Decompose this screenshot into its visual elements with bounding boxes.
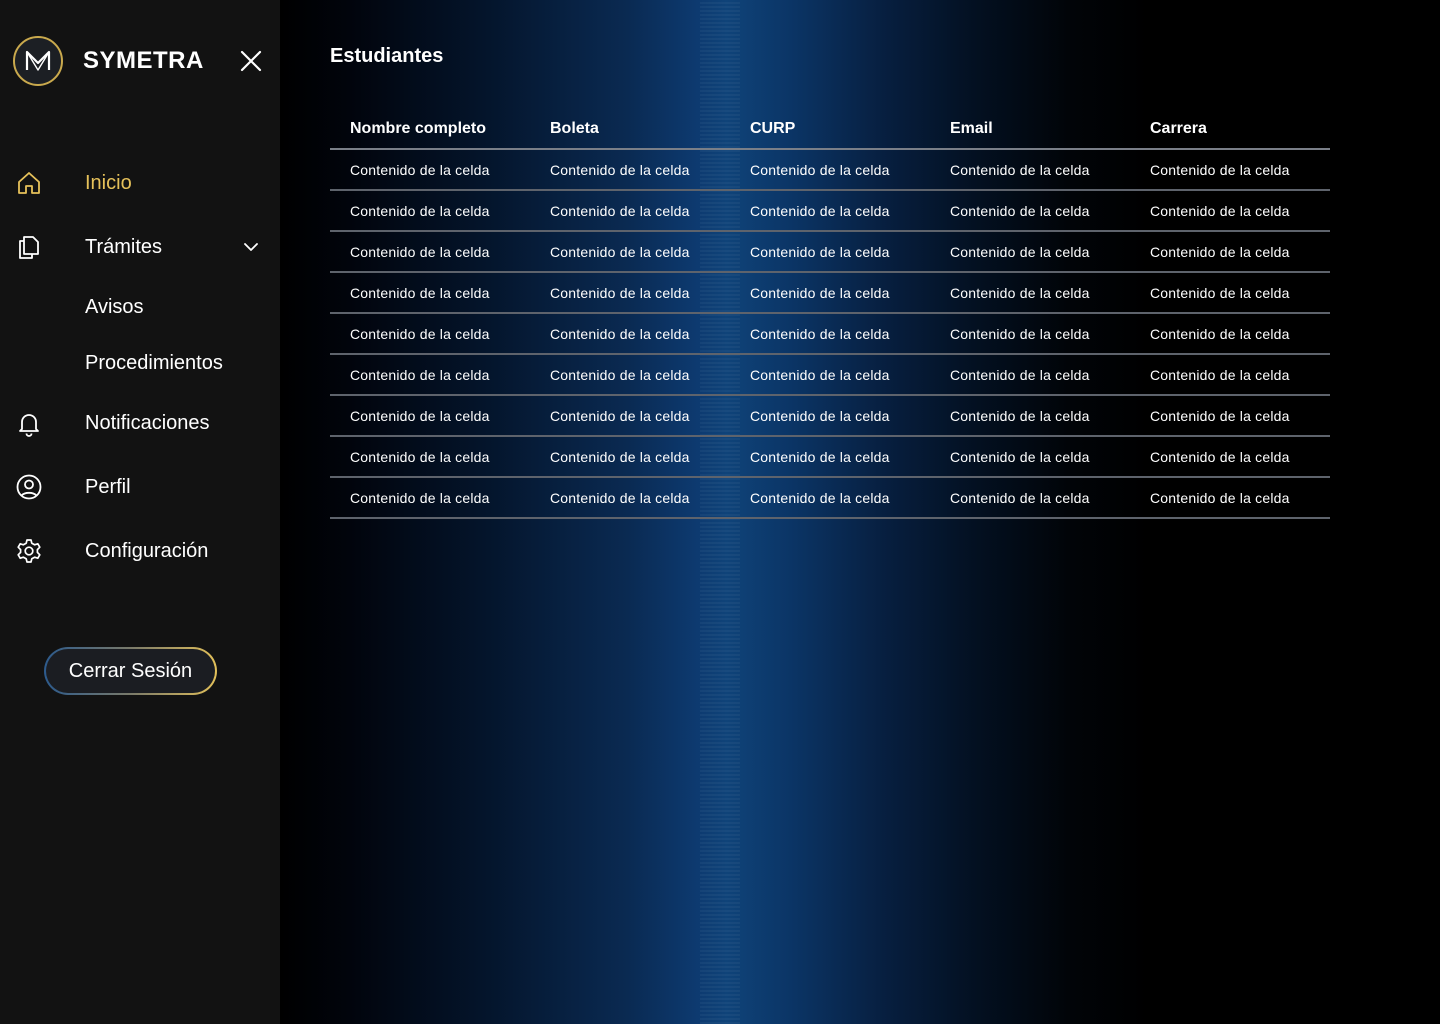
column-header: CURP <box>750 119 796 137</box>
table-header: Nombre completo Boleta CURP Email Carrera <box>330 109 1330 150</box>
table-cell: Contenido de la celda <box>1150 489 1290 506</box>
chevron-down-icon[interactable] <box>240 236 262 258</box>
table-cell: Contenido de la celda <box>1150 161 1290 178</box>
table-cell: Contenido de la celda <box>350 243 490 260</box>
table-cell: Contenido de la celda <box>550 325 690 342</box>
sidebar: SYMETRA Inicio Trámites Avisos Procedimi… <box>0 0 280 1024</box>
table-cell: Contenido de la celda <box>550 243 690 260</box>
table-row[interactable]: Contenido de la celda Contenido de la cel… <box>330 355 1330 396</box>
table-cell: Contenido de la celda <box>550 284 690 301</box>
column-header: Nombre completo <box>350 119 487 137</box>
column-header: Email <box>950 119 993 137</box>
sidebar-item-label: Configuración <box>85 539 209 562</box>
sidebar-item-notificaciones[interactable]: Notificaciones <box>0 403 280 443</box>
table-cell: Contenido de la celda <box>350 448 490 465</box>
table-cell: Contenido de la celda <box>950 161 1090 178</box>
sidebar-subitem-procedimientos[interactable]: Procedimientos <box>85 347 223 379</box>
sidebar-subitem-avisos[interactable]: Avisos <box>85 291 144 323</box>
home-icon <box>15 169 43 197</box>
table-cell: Contenido de la celda <box>750 407 890 424</box>
sidebar-item-configuracion[interactable]: Configuración <box>0 531 280 571</box>
page-title: Estudiantes <box>330 45 444 67</box>
sidebar-item-label: Notificaciones <box>85 411 210 434</box>
table-row[interactable]: Contenido de la celda Contenido de la cel… <box>330 191 1330 232</box>
table-row[interactable]: Contenido de la celda Contenido de la cel… <box>330 396 1330 437</box>
table-body: Contenido de la celda Contenido de la cel… <box>330 150 1330 519</box>
sidebar-item-inicio[interactable]: Inicio <box>0 163 280 203</box>
table-cell: Contenido de la celda <box>950 243 1090 260</box>
gear-icon <box>15 537 43 565</box>
table-cell: Contenido de la celda <box>750 202 890 219</box>
table-cell: Contenido de la celda <box>1150 284 1290 301</box>
table-cell: Contenido de la celda <box>350 284 490 301</box>
close-icon <box>240 50 262 72</box>
table-cell: Contenido de la celda <box>750 489 890 506</box>
column-header: Carrera <box>1150 119 1207 137</box>
table-row[interactable]: Contenido de la celda Contenido de la cel… <box>330 437 1330 478</box>
table-cell: Contenido de la celda <box>750 366 890 383</box>
students-table: Nombre completo Boleta CURP Email Carrera Co… <box>330 109 1330 519</box>
table-cell: Contenido de la celda <box>550 161 690 178</box>
table-row[interactable]: Contenido de la celda Contenido de la cel… <box>330 478 1330 519</box>
sidebar-item-label: Inicio <box>85 171 132 194</box>
table-cell: Contenido de la celda <box>350 489 490 506</box>
table-cell: Contenido de la celda <box>1150 202 1290 219</box>
sidebar-item-perfil[interactable]: Perfil <box>0 467 280 507</box>
user-circle-icon <box>15 473 43 501</box>
table-cell: Contenido de la celda <box>950 284 1090 301</box>
table-cell: Contenido de la celda <box>350 366 490 383</box>
table-cell: Contenido de la celda <box>350 407 490 424</box>
table-cell: Contenido de la celda <box>950 366 1090 383</box>
table-cell: Contenido de la celda <box>750 284 890 301</box>
table-cell: Contenido de la celda <box>350 202 490 219</box>
table-cell: Contenido de la celda <box>750 161 890 178</box>
table-cell: Contenido de la celda <box>950 325 1090 342</box>
table-cell: Contenido de la celda <box>1150 243 1290 260</box>
table-cell: Contenido de la celda <box>950 407 1090 424</box>
table-cell: Contenido de la celda <box>950 202 1090 219</box>
table-cell: Contenido de la celda <box>350 161 490 178</box>
table-cell: Contenido de la celda <box>550 407 690 424</box>
table-cell: Contenido de la celda <box>750 448 890 465</box>
table-cell: Contenido de la celda <box>950 448 1090 465</box>
table-cell: Contenido de la celda <box>750 243 890 260</box>
table-cell: Contenido de la celda <box>1150 407 1290 424</box>
logout-button[interactable]: Cerrar Sesión <box>44 647 217 695</box>
documents-icon <box>15 233 43 261</box>
sidebar-item-label: Trámites <box>85 235 163 258</box>
brand-name: SYMETRA <box>83 47 204 74</box>
table-cell: Contenido de la celda <box>550 489 690 506</box>
column-header: Boleta <box>550 119 599 137</box>
table-row[interactable]: Contenido de la celda Contenido de la cel… <box>330 273 1330 314</box>
table-row[interactable]: Contenido de la celda Contenido de la cel… <box>330 232 1330 273</box>
table-cell: Contenido de la celda <box>550 448 690 465</box>
sidebar-item-tramites[interactable]: Trámites <box>0 227 280 267</box>
table-row[interactable]: Contenido de la celda Contenido de la cel… <box>330 314 1330 355</box>
table-cell: Contenido de la celda <box>550 202 690 219</box>
logo-icon <box>13 36 63 86</box>
bell-icon <box>15 409 43 437</box>
table-cell: Contenido de la celda <box>550 366 690 383</box>
table-cell: Contenido de la celda <box>1150 366 1290 383</box>
table-cell: Contenido de la celda <box>950 489 1090 506</box>
table-row[interactable]: Contenido de la celda Contenido de la cel… <box>330 150 1330 191</box>
table-cell: Contenido de la celda <box>1150 448 1290 465</box>
table-cell: Contenido de la celda <box>350 325 490 342</box>
table-cell: Contenido de la celda <box>750 325 890 342</box>
close-sidebar-button[interactable] <box>238 48 264 74</box>
brand: SYMETRA <box>13 34 204 88</box>
table-cell: Contenido de la celda <box>1150 325 1290 342</box>
sidebar-item-label: Perfil <box>85 475 131 498</box>
